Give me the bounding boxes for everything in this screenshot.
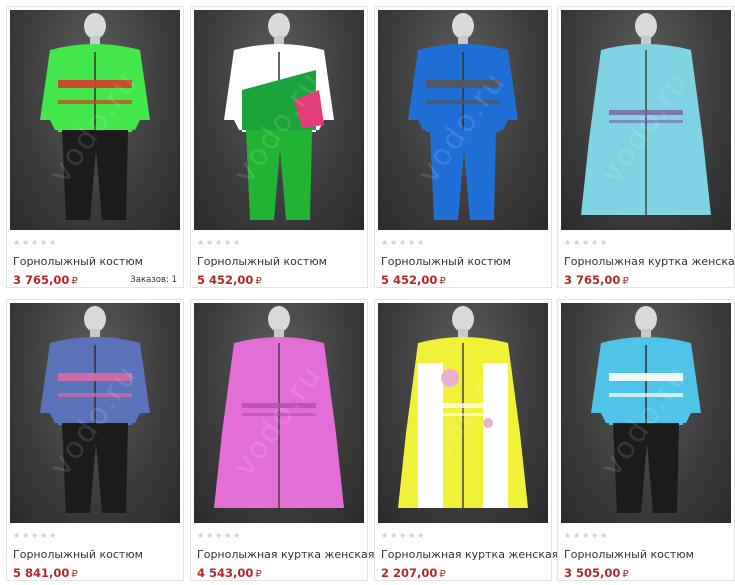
rating-star-icon[interactable]: ★: [215, 532, 223, 540]
product-title[interactable]: Горнолыжный костюм: [381, 255, 511, 268]
product-price: 5 452,00 ₽: [197, 273, 262, 287]
rating-star-icon[interactable]: ★: [600, 532, 608, 540]
rating-star-icon[interactable]: ★: [22, 532, 30, 540]
rating-star-icon[interactable]: ★: [31, 532, 39, 540]
product-title[interactable]: Горнолыжный костюм: [13, 548, 143, 561]
currency-icon: ₽: [622, 569, 629, 580]
product-image[interactable]: vodo.ru: [561, 10, 731, 230]
rating-star-icon[interactable]: ★: [417, 239, 425, 247]
rating-star-icon[interactable]: ★: [49, 239, 57, 247]
rating-star-icon[interactable]: ★: [197, 532, 205, 540]
price-value: 5 841,00: [13, 566, 70, 580]
price-value: 5 452,00: [197, 273, 254, 287]
product-price: 2 207,00 ₽: [381, 566, 446, 580]
rating-star-icon[interactable]: ★: [417, 532, 425, 540]
product-image[interactable]: vodo.ru: [10, 303, 180, 523]
rating-star-icon[interactable]: ★: [381, 239, 389, 247]
rating-star-icon[interactable]: ★: [408, 239, 416, 247]
product-image[interactable]: vodo.ru: [194, 10, 364, 230]
rating-stars[interactable]: ★ ★ ★ ★ ★: [197, 239, 241, 247]
product-image[interactable]: vodo.ru: [10, 10, 180, 230]
currency-icon: ₽: [255, 569, 262, 580]
product-price: 3 765,00 ₽: [564, 273, 629, 287]
rating-star-icon[interactable]: ★: [197, 239, 205, 247]
product-price: 3 505,00 ₽: [564, 566, 629, 580]
orders-count: Заказов: 1: [130, 275, 177, 285]
product-price: 3 765,00 ₽: [13, 273, 78, 287]
product-title[interactable]: Горнолыжная куртка женская: [381, 548, 558, 561]
product-image[interactable]: vodo.ru: [194, 303, 364, 523]
rating-star-icon[interactable]: ★: [582, 239, 590, 247]
rating-star-icon[interactable]: ★: [582, 532, 590, 540]
rating-star-icon[interactable]: ★: [399, 532, 407, 540]
rating-star-icon[interactable]: ★: [390, 532, 398, 540]
product-price: 5 452,00 ₽: [381, 273, 446, 287]
rating-star-icon[interactable]: ★: [13, 239, 21, 247]
product-card[interactable]: vodo.ru★★★★★Горнолыжная куртка женская2 …: [374, 299, 558, 581]
product-card[interactable]: vodo.ru★★★★★Горнолыжная куртка женская4 …: [190, 299, 374, 581]
product-title[interactable]: Горнолыжная куртка женская: [197, 548, 374, 561]
product-grid: vodo.ru★★★★★Горнолыжный костюм3 765,00₽З…: [0, 0, 735, 585]
product-card[interactable]: vodo.ru★★★★★Горнолыжный костюм5 452,00₽: [190, 6, 368, 288]
rating-star-icon[interactable]: ★: [206, 532, 214, 540]
product-price: 5 841,00 ₽: [13, 566, 78, 580]
rating-star-icon[interactable]: ★: [215, 239, 223, 247]
product-title[interactable]: Горнолыжный костюм: [197, 255, 327, 268]
price-value: 3 505,00: [564, 566, 621, 580]
product-image[interactable]: vodo.ru: [561, 303, 731, 523]
rating-stars[interactable]: ★ ★ ★ ★ ★: [564, 532, 608, 540]
rating-stars[interactable]: ★ ★ ★ ★ ★: [197, 532, 241, 540]
rating-star-icon[interactable]: ★: [49, 532, 57, 540]
price-value: 3 765,00: [564, 273, 621, 287]
product-card[interactable]: vodo.ru★★★★★Горнолыжный костюм5 452,00₽: [374, 6, 552, 288]
product-title[interactable]: Горнолыжный костюм: [13, 255, 143, 268]
rating-star-icon[interactable]: ★: [591, 532, 599, 540]
rating-star-icon[interactable]: ★: [40, 532, 48, 540]
rating-stars[interactable]: ★ ★ ★ ★ ★: [564, 239, 608, 247]
rating-star-icon[interactable]: ★: [591, 239, 599, 247]
rating-star-icon[interactable]: ★: [233, 239, 241, 247]
rating-star-icon[interactable]: ★: [408, 532, 416, 540]
price-value: 2 207,00: [381, 566, 438, 580]
product-title[interactable]: Горнолыжная куртка женская: [564, 255, 735, 268]
rating-star-icon[interactable]: ★: [381, 532, 389, 540]
product-image[interactable]: vodo.ru: [378, 303, 548, 523]
rating-star-icon[interactable]: ★: [564, 532, 572, 540]
rating-star-icon[interactable]: ★: [600, 239, 608, 247]
rating-star-icon[interactable]: ★: [573, 239, 581, 247]
product-card[interactable]: vodo.ru★★★★★Горнолыжный костюм3 765,00₽З…: [6, 6, 184, 288]
currency-icon: ₽: [622, 276, 629, 287]
product-title[interactable]: Горнолыжный костюм: [564, 548, 694, 561]
rating-stars[interactable]: ★ ★ ★ ★ ★: [13, 239, 57, 247]
product-card[interactable]: vodo.ru★★★★★Горнолыжная куртка женская3 …: [557, 6, 735, 288]
currency-icon: ₽: [439, 276, 446, 287]
rating-star-icon[interactable]: ★: [399, 239, 407, 247]
currency-icon: ₽: [255, 276, 262, 287]
rating-star-icon[interactable]: ★: [564, 239, 572, 247]
rating-stars[interactable]: ★ ★ ★ ★ ★: [13, 532, 57, 540]
product-image[interactable]: vodo.ru: [378, 10, 548, 230]
rating-star-icon[interactable]: ★: [390, 239, 398, 247]
rating-star-icon[interactable]: ★: [13, 532, 21, 540]
product-card[interactable]: vodo.ru★★★★★Горнолыжный костюм3 505,00₽: [557, 299, 735, 581]
rating-star-icon[interactable]: ★: [233, 532, 241, 540]
currency-icon: ₽: [71, 569, 78, 580]
product-price: 4 543,00 ₽: [197, 566, 262, 580]
rating-stars[interactable]: ★ ★ ★ ★ ★: [381, 239, 425, 247]
rating-star-icon[interactable]: ★: [22, 239, 30, 247]
rating-star-icon[interactable]: ★: [573, 532, 581, 540]
currency-icon: ₽: [439, 569, 446, 580]
price-value: 4 543,00: [197, 566, 254, 580]
rating-star-icon[interactable]: ★: [31, 239, 39, 247]
rating-star-icon[interactable]: ★: [224, 532, 232, 540]
price-value: 5 452,00: [381, 273, 438, 287]
rating-star-icon[interactable]: ★: [224, 239, 232, 247]
price-value: 3 765,00: [13, 273, 70, 287]
product-card[interactable]: vodo.ru★★★★★Горнолыжный костюм5 841,00₽: [6, 299, 184, 581]
rating-star-icon[interactable]: ★: [206, 239, 214, 247]
rating-star-icon[interactable]: ★: [40, 239, 48, 247]
rating-stars[interactable]: ★ ★ ★ ★ ★: [381, 532, 425, 540]
currency-icon: ₽: [71, 276, 78, 287]
